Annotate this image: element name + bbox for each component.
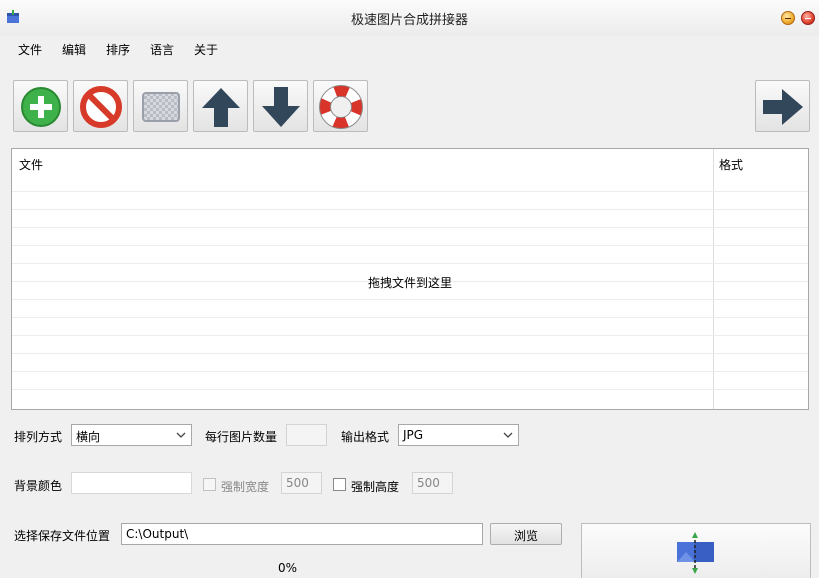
start-merge-button[interactable] <box>581 523 811 578</box>
row-separator <box>12 371 808 372</box>
no-entry-icon <box>80 86 122 128</box>
row-separator <box>12 335 808 336</box>
checkerboard-icon <box>142 92 180 122</box>
arrow-down-icon <box>262 87 300 127</box>
column-header-file[interactable]: 文件 <box>19 156 43 173</box>
menu-file[interactable]: 文件 <box>18 41 42 58</box>
row-separator <box>12 191 808 192</box>
per-row-input[interactable] <box>286 424 327 446</box>
menu-edit[interactable]: 编辑 <box>62 41 86 58</box>
window-title: 极速图片合成拼接器 <box>350 13 468 28</box>
chevron-down-icon <box>176 432 186 438</box>
save-location-label: 选择保存文件位置 <box>14 529 111 543</box>
menu-language[interactable]: 语言 <box>150 41 174 58</box>
move-up-button[interactable] <box>193 80 248 132</box>
force-width-input[interactable]: 500 <box>281 472 322 494</box>
row-separator <box>12 263 808 264</box>
menu-sort[interactable]: 排序 <box>106 41 130 58</box>
output-format-select[interactable]: JPG <box>398 424 519 446</box>
drop-hint: 拖拽文件到这里 <box>367 276 452 290</box>
add-files-button[interactable] <box>13 80 68 132</box>
force-width-checkbox[interactable] <box>203 478 216 491</box>
close-icon <box>805 18 811 19</box>
force-width-label: 强制宽度 <box>221 480 270 494</box>
save-path-input[interactable]: C:\Output\ <box>121 523 483 545</box>
force-height-input[interactable]: 500 <box>412 472 453 494</box>
row-separator <box>12 317 808 318</box>
arrow-up-icon <box>202 88 240 127</box>
close-button[interactable] <box>801 11 815 25</box>
file-list[interactable]: 文件 格式 拖拽文件到这里 <box>11 148 809 410</box>
minimize-icon <box>785 18 791 19</box>
title-bar: 极速图片合成拼接器 <box>0 0 819 36</box>
clear-list-button[interactable] <box>133 80 188 132</box>
force-height-checkbox[interactable] <box>333 478 346 491</box>
menu-bar: 文件 编辑 排序 语言 关于 <box>0 36 819 60</box>
background-color-input[interactable] <box>71 472 192 494</box>
background-color-label: 背景颜色 <box>14 479 63 493</box>
row-separator <box>12 299 808 300</box>
row-separator <box>12 245 808 246</box>
arrow-right-icon <box>763 89 803 125</box>
output-format-value: JPG <box>403 428 424 442</box>
app-window: 极速图片合成拼接器 文件 编辑 排序 语言 关于 文件 格式 拖拽文件到这里 排… <box>0 0 819 578</box>
chevron-down-icon <box>503 432 513 438</box>
arrange-select[interactable]: 横向 <box>71 424 192 446</box>
browse-button[interactable]: 浏览 <box>490 523 562 545</box>
file-list-header: 文件 格式 <box>12 149 808 175</box>
output-format-label: 输出格式 <box>341 430 390 444</box>
help-button[interactable] <box>313 80 368 132</box>
per-row-label: 每行图片数量 <box>205 430 278 444</box>
row-separator <box>12 227 808 228</box>
remove-files-button[interactable] <box>73 80 128 132</box>
column-header-format[interactable]: 格式 <box>719 156 743 173</box>
arrange-value: 横向 <box>76 430 101 444</box>
minimize-button[interactable] <box>781 11 795 25</box>
plus-circle-icon <box>21 87 61 127</box>
progress-text: 0% <box>278 561 298 575</box>
next-step-button[interactable] <box>755 80 810 132</box>
arrange-label: 排列方式 <box>14 430 63 444</box>
merge-images-icon <box>677 532 714 574</box>
row-separator <box>12 353 808 354</box>
menu-about[interactable]: 关于 <box>194 41 218 58</box>
row-separator <box>12 209 808 210</box>
force-height-label: 强制高度 <box>351 480 400 494</box>
row-separator <box>12 389 808 390</box>
move-down-button[interactable] <box>253 80 308 132</box>
lifebuoy-icon <box>319 85 363 129</box>
